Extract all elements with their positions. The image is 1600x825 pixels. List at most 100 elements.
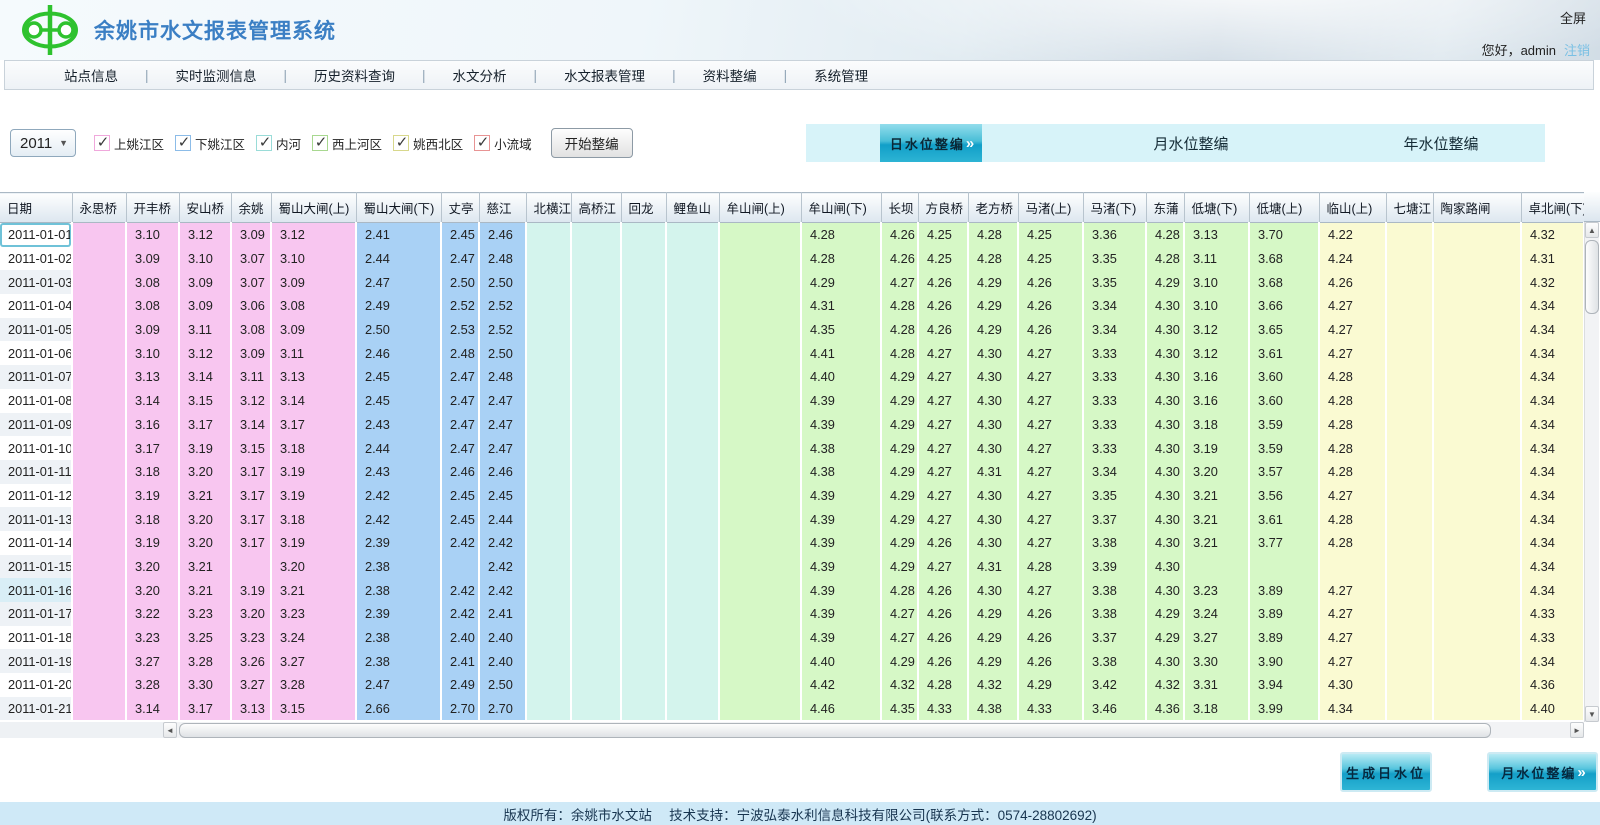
value-cell[interactable]: 4.29 bbox=[968, 602, 1018, 626]
value-cell[interactable]: 4.27 bbox=[881, 270, 918, 294]
value-cell[interactable]: 3.34 bbox=[1083, 318, 1146, 342]
scroll-right-button[interactable]: ► bbox=[1570, 722, 1584, 738]
value-cell[interactable]: 3.17 bbox=[179, 413, 231, 437]
date-cell[interactable]: 2011-01-19 bbox=[0, 649, 72, 673]
value-cell[interactable] bbox=[1386, 578, 1433, 602]
value-cell[interactable]: 3.60 bbox=[1249, 389, 1319, 413]
value-cell[interactable]: 3.14 bbox=[126, 697, 179, 721]
value-cell[interactable]: 3.94 bbox=[1249, 673, 1319, 697]
year-select[interactable]: 2011 ▼ bbox=[10, 129, 76, 157]
value-cell[interactable] bbox=[719, 507, 801, 531]
value-cell[interactable]: 3.15 bbox=[179, 389, 231, 413]
value-cell[interactable] bbox=[1386, 507, 1433, 531]
value-cell[interactable] bbox=[1386, 531, 1433, 555]
date-cell[interactable]: 2011-01-15 bbox=[0, 555, 72, 579]
date-cell[interactable]: 2011-01-20 bbox=[0, 673, 72, 697]
value-cell[interactable]: 3.21 bbox=[1184, 507, 1249, 531]
value-cell[interactable]: 4.29 bbox=[968, 294, 1018, 318]
value-cell[interactable] bbox=[719, 484, 801, 508]
value-cell[interactable]: 3.11 bbox=[179, 318, 231, 342]
value-cell[interactable] bbox=[72, 318, 126, 342]
value-cell[interactable] bbox=[1433, 578, 1521, 602]
value-cell[interactable] bbox=[526, 578, 571, 602]
value-cell[interactable] bbox=[1433, 626, 1521, 650]
value-cell[interactable]: 4.39 bbox=[801, 484, 881, 508]
value-cell[interactable]: 4.34 bbox=[1521, 649, 1584, 673]
value-cell[interactable]: 4.27 bbox=[1018, 460, 1083, 484]
value-cell[interactable] bbox=[1386, 626, 1433, 650]
value-cell[interactable]: 2.42 bbox=[441, 578, 479, 602]
value-cell[interactable] bbox=[526, 507, 571, 531]
value-cell[interactable]: 4.30 bbox=[968, 436, 1018, 460]
value-cell[interactable]: 3.27 bbox=[126, 649, 179, 673]
value-cell[interactable] bbox=[666, 626, 719, 650]
value-cell[interactable]: 3.57 bbox=[1249, 460, 1319, 484]
value-cell[interactable]: 2.50 bbox=[479, 270, 526, 294]
value-cell[interactable]: 3.33 bbox=[1083, 341, 1146, 365]
value-cell[interactable]: 4.30 bbox=[968, 578, 1018, 602]
value-cell[interactable]: 2.47 bbox=[441, 365, 479, 389]
value-cell[interactable]: 4.27 bbox=[1319, 602, 1386, 626]
value-cell[interactable] bbox=[666, 649, 719, 673]
value-cell[interactable]: 4.36 bbox=[1146, 697, 1184, 721]
value-cell[interactable] bbox=[1433, 389, 1521, 413]
value-cell[interactable]: 3.34 bbox=[1083, 460, 1146, 484]
value-cell[interactable] bbox=[621, 697, 666, 721]
value-cell[interactable]: 4.31 bbox=[1521, 247, 1584, 271]
value-cell[interactable]: 4.30 bbox=[1146, 507, 1184, 531]
value-cell[interactable]: 4.26 bbox=[881, 223, 918, 247]
value-cell[interactable] bbox=[571, 578, 621, 602]
value-cell[interactable] bbox=[571, 484, 621, 508]
value-cell[interactable]: 4.27 bbox=[918, 555, 968, 579]
value-cell[interactable]: 2.70 bbox=[479, 697, 526, 721]
value-cell[interactable]: 4.26 bbox=[1018, 602, 1083, 626]
date-cell[interactable]: 2011-01-02 bbox=[0, 247, 72, 271]
value-cell[interactable] bbox=[72, 413, 126, 437]
value-cell[interactable]: 4.34 bbox=[1521, 460, 1584, 484]
value-cell[interactable]: 4.32 bbox=[1521, 223, 1584, 247]
nav-item-1[interactable]: 实时监测信息 bbox=[149, 65, 284, 85]
value-cell[interactable]: 4.27 bbox=[1018, 365, 1083, 389]
value-cell[interactable]: 4.30 bbox=[1146, 294, 1184, 318]
value-cell[interactable] bbox=[719, 318, 801, 342]
value-cell[interactable] bbox=[666, 578, 719, 602]
value-cell[interactable] bbox=[1433, 507, 1521, 531]
value-cell[interactable] bbox=[72, 294, 126, 318]
value-cell[interactable]: 4.28 bbox=[881, 578, 918, 602]
date-cell[interactable]: 2011-01-03 bbox=[0, 270, 72, 294]
value-cell[interactable]: 3.17 bbox=[179, 697, 231, 721]
value-cell[interactable]: 4.29 bbox=[1146, 626, 1184, 650]
value-cell[interactable]: 3.09 bbox=[271, 270, 356, 294]
value-cell[interactable]: 3.31 bbox=[1184, 673, 1249, 697]
value-cell[interactable]: 4.33 bbox=[1521, 602, 1584, 626]
value-cell[interactable]: 4.28 bbox=[1319, 413, 1386, 437]
value-cell[interactable]: 3.18 bbox=[1184, 697, 1249, 721]
value-cell[interactable]: 4.29 bbox=[1018, 673, 1083, 697]
value-cell[interactable] bbox=[72, 531, 126, 555]
value-cell[interactable]: 2.40 bbox=[479, 626, 526, 650]
value-cell[interactable]: 4.26 bbox=[1018, 270, 1083, 294]
value-cell[interactable]: 2.40 bbox=[479, 649, 526, 673]
value-cell[interactable]: 3.89 bbox=[1249, 626, 1319, 650]
value-cell[interactable]: 4.26 bbox=[918, 270, 968, 294]
value-cell[interactable]: 4.28 bbox=[1319, 460, 1386, 484]
value-cell[interactable]: 3.21 bbox=[1184, 531, 1249, 555]
value-cell[interactable]: 4.30 bbox=[1146, 649, 1184, 673]
value-cell[interactable]: 3.09 bbox=[179, 294, 231, 318]
value-cell[interactable] bbox=[719, 413, 801, 437]
value-cell[interactable]: 4.42 bbox=[801, 673, 881, 697]
value-cell[interactable] bbox=[571, 247, 621, 271]
value-cell[interactable]: 3.90 bbox=[1249, 649, 1319, 673]
value-cell[interactable] bbox=[1433, 673, 1521, 697]
value-cell[interactable]: 4.27 bbox=[1018, 507, 1083, 531]
value-cell[interactable]: 4.27 bbox=[1319, 626, 1386, 650]
value-cell[interactable]: 4.27 bbox=[1018, 341, 1083, 365]
value-cell[interactable] bbox=[72, 460, 126, 484]
value-cell[interactable]: 4.27 bbox=[918, 436, 968, 460]
value-cell[interactable]: 2.47 bbox=[479, 413, 526, 437]
value-cell[interactable] bbox=[571, 602, 621, 626]
value-cell[interactable]: 3.70 bbox=[1249, 223, 1319, 247]
value-cell[interactable] bbox=[1386, 318, 1433, 342]
value-cell[interactable] bbox=[571, 507, 621, 531]
value-cell[interactable]: 4.40 bbox=[801, 649, 881, 673]
